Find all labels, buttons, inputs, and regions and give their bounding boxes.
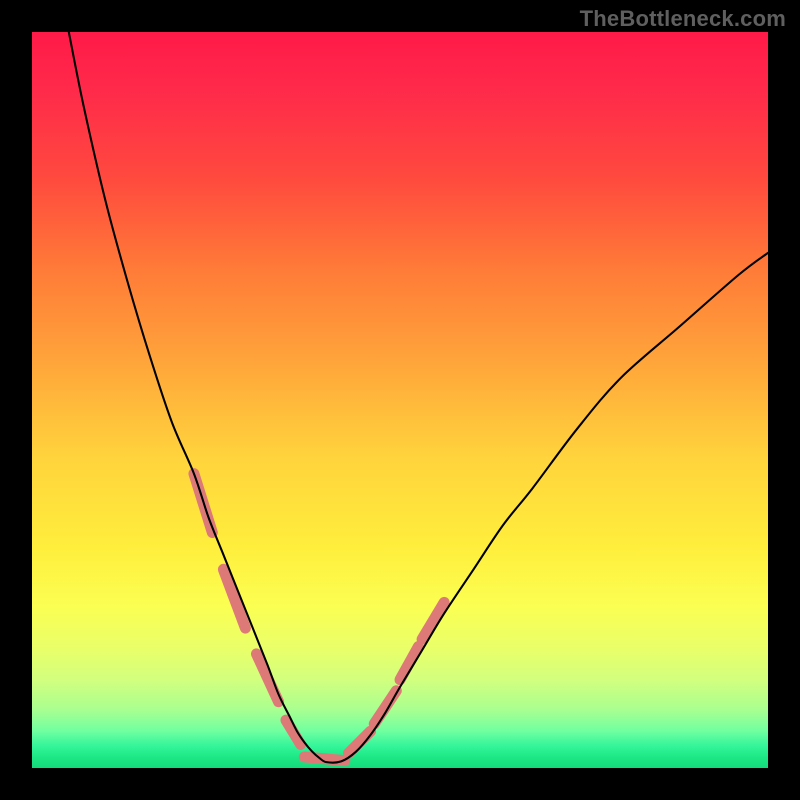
overlay-segment — [348, 731, 370, 753]
overlay-segment — [422, 602, 444, 639]
overlay-segment — [304, 757, 344, 761]
plot-area — [32, 32, 768, 768]
chart-frame: TheBottleneck.com — [0, 0, 800, 800]
watermark-text: TheBottleneck.com — [580, 6, 786, 32]
overlay-segments — [194, 474, 444, 761]
overlay-segment — [374, 691, 396, 724]
curve-layer — [32, 32, 768, 768]
overlay-segment — [256, 654, 278, 702]
overlay-segment — [400, 647, 418, 680]
